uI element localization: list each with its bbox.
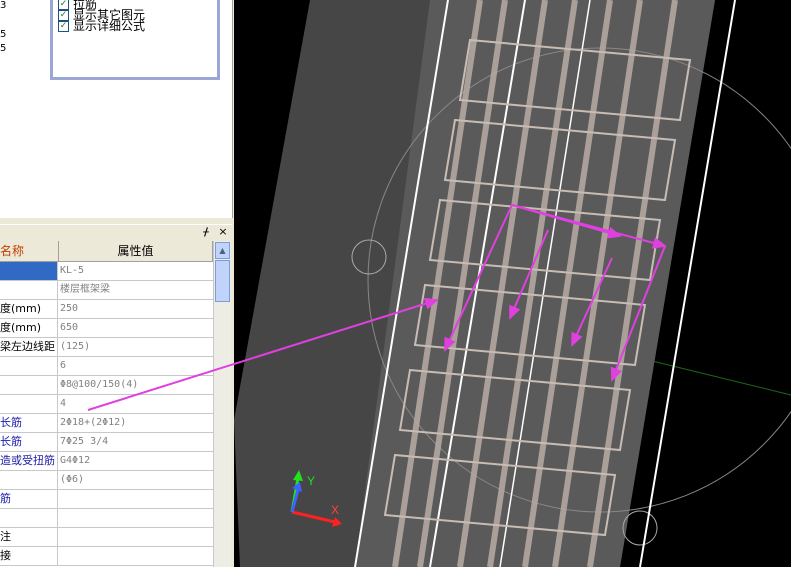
property-value[interactable]: G4Φ12 <box>60 452 213 470</box>
property-name: 度(mm) <box>0 319 58 337</box>
property-value[interactable] <box>60 547 213 565</box>
property-name: 接 <box>0 547 58 565</box>
display-options-panel: 3 5 5 ✓ 拉筋 ✓ 显示其它图元 ✓ 显示详细公式 <box>0 0 233 218</box>
property-name: 度(mm) <box>0 300 58 318</box>
property-row[interactable] <box>0 509 213 528</box>
property-row[interactable]: 楼层框架梁 <box>0 281 213 300</box>
property-value[interactable]: 4 <box>60 395 213 413</box>
property-row[interactable]: 6 <box>0 357 213 376</box>
property-row[interactable]: 梁左边线距 (125) <box>0 338 213 357</box>
property-row[interactable]: 4 <box>0 395 213 414</box>
property-value[interactable]: 2Φ18+(2Φ12) <box>60 414 213 432</box>
property-name <box>0 281 58 299</box>
property-value[interactable] <box>60 490 213 508</box>
left-tick-label: 5 <box>0 43 7 54</box>
property-grid-scrollbar[interactable]: ▲ <box>213 241 231 567</box>
property-value[interactable]: Φ8@100/150(4) <box>60 376 213 394</box>
display-options-listbox[interactable]: ✓ 拉筋 ✓ 显示其它图元 ✓ 显示详细公式 <box>50 0 220 80</box>
property-row[interactable]: 长筋 7Φ25 3/4 <box>0 433 213 452</box>
property-name <box>0 395 58 413</box>
property-row[interactable]: Φ8@100/150(4) <box>0 376 213 395</box>
column-header-name[interactable]: 名称 <box>0 241 59 262</box>
property-value[interactable] <box>60 509 213 527</box>
property-value[interactable]: (125) <box>60 338 213 356</box>
property-value[interactable] <box>60 528 213 546</box>
checkbox-label: 显示详细公式 <box>73 19 146 33</box>
property-name: 梁左边线距 <box>0 338 58 356</box>
grid-line-green <box>639 357 791 396</box>
property-name: 造或受扭筋 <box>0 452 58 470</box>
property-value[interactable]: 楼层框架梁 <box>60 281 213 299</box>
property-name: 注 <box>0 528 58 546</box>
property-panel-titlebar: ᚋ × <box>0 224 232 241</box>
property-name <box>0 376 58 394</box>
property-row[interactable]: 度(mm) 250 <box>0 300 213 319</box>
close-icon[interactable]: × <box>217 226 229 238</box>
property-row[interactable]: 注 <box>0 528 213 547</box>
property-value[interactable]: 7Φ25 3/4 <box>60 433 213 451</box>
property-row[interactable]: KL-5 <box>0 262 213 281</box>
property-name <box>0 262 58 280</box>
property-value[interactable]: 250 <box>60 300 213 318</box>
property-name <box>0 357 58 375</box>
property-row[interactable]: 接 <box>0 547 213 566</box>
property-value[interactable]: KL-5 <box>60 262 213 280</box>
checkbox-check-icon[interactable]: ✓ <box>58 0 69 10</box>
small-circle-bottom <box>622 510 658 546</box>
property-row[interactable]: 度(mm) 650 <box>0 319 213 338</box>
property-value[interactable]: (Φ6) <box>60 471 213 489</box>
property-row[interactable]: 筋 <box>0 490 213 509</box>
property-value[interactable]: 6 <box>60 357 213 375</box>
pin-icon[interactable]: ᚋ <box>200 226 212 238</box>
property-name <box>0 509 58 527</box>
checkbox-check-icon[interactable]: ✓ <box>58 21 69 32</box>
checkbox-item[interactable]: ✓ 显示详细公式 <box>58 19 217 33</box>
scroll-thumb[interactable] <box>215 260 230 302</box>
checkbox-check-icon[interactable]: ✓ <box>58 10 69 21</box>
axis-y-label: Y <box>307 474 315 488</box>
property-row[interactable]: 造或受扭筋 G4Φ12 <box>0 452 213 471</box>
property-name: 筋 <box>0 490 58 508</box>
property-name: 长筋 <box>0 414 58 432</box>
column-header-value[interactable]: 属性值 <box>59 241 213 262</box>
axis-x-label: X <box>331 503 339 517</box>
property-row[interactable]: 长筋 2Φ18+(2Φ12) <box>0 414 213 433</box>
property-row[interactable]: (Φ6) <box>0 471 213 490</box>
3d-viewport[interactable]: X Y <box>234 0 791 567</box>
left-tick-label: 5 <box>0 29 7 40</box>
left-panel: 3 5 5 ✓ 拉筋 ✓ 显示其它图元 ✓ 显示详细公式 ᚋ × 名称 属性值 KL-5 楼… <box>0 0 234 567</box>
left-tick-label: 3 <box>0 0 7 11</box>
property-name: 长筋 <box>0 433 58 451</box>
scroll-up-icon[interactable]: ▲ <box>215 242 230 259</box>
property-name <box>0 471 58 489</box>
3d-scene: X Y <box>234 0 791 567</box>
property-grid: 名称 属性值 KL-5 楼层框架梁 度(mm) 250 度(mm) 650 梁左边线距 (12… <box>0 241 213 567</box>
property-value[interactable]: 650 <box>60 319 213 337</box>
